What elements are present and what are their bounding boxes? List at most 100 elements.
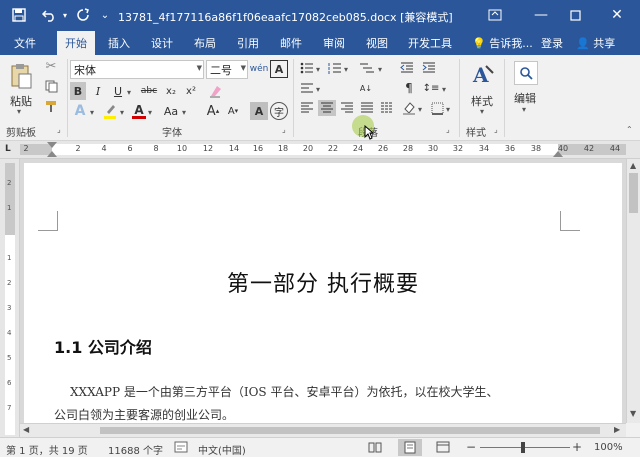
tab-developer[interactable]: 开发工具 — [408, 35, 452, 51]
phonetic-guide-icon[interactable]: wén — [250, 60, 269, 78]
section-heading[interactable]: 1.1 公司介绍 — [54, 334, 152, 358]
bullets-icon[interactable] — [298, 60, 316, 76]
subscript-button[interactable]: x₂ — [162, 82, 180, 100]
increase-indent-icon[interactable] — [420, 60, 438, 76]
copy-icon[interactable] — [43, 78, 59, 94]
clipboard-launcher-icon[interactable]: ⌟ — [57, 125, 61, 134]
tab-review[interactable]: 审阅 — [323, 35, 345, 51]
tab-file[interactable]: 文件 — [14, 35, 36, 51]
scroll-thumb[interactable] — [629, 173, 638, 213]
web-layout-icon[interactable] — [436, 441, 450, 456]
clear-format-icon[interactable] — [206, 82, 224, 100]
font-color-dropdown[interactable]: ▾ — [148, 108, 152, 117]
highlight-icon[interactable] — [100, 102, 120, 120]
styles-icon[interactable]: A — [470, 61, 496, 89]
login-link[interactable]: 登录 — [541, 35, 563, 51]
tab-layout[interactable]: 布局 — [194, 35, 216, 51]
chinese-layout-dropdown[interactable]: ▾ — [316, 85, 320, 94]
line-spacing-icon[interactable]: ↕≡ — [420, 80, 442, 96]
underline-dropdown[interactable]: ▾ — [127, 88, 131, 97]
scroll-up-icon[interactable]: ▲ — [630, 161, 636, 170]
tab-home[interactable]: 开始 — [57, 31, 95, 55]
char-shading-icon[interactable]: A — [250, 102, 268, 120]
save-icon[interactable] — [8, 5, 30, 25]
paragraph-launcher-icon[interactable]: ⌟ — [446, 125, 450, 134]
vertical-scrollbar[interactable]: ▲ ▼ — [626, 159, 640, 423]
cut-icon[interactable]: ✂ — [43, 58, 59, 74]
align-right-icon[interactable] — [338, 100, 356, 116]
format-painter-icon[interactable] — [43, 98, 59, 114]
styles-launcher-icon[interactable]: ⌟ — [494, 125, 498, 134]
highlight-dropdown[interactable]: ▾ — [120, 108, 124, 117]
distribute-icon[interactable] — [378, 100, 396, 116]
language[interactable]: 中文(中国) — [198, 442, 246, 457]
print-layout-icon[interactable] — [398, 439, 422, 456]
grow-font-button[interactable]: A ▴ — [204, 102, 222, 120]
minimize-icon[interactable]: — — [530, 5, 552, 25]
scroll-right-icon[interactable]: ▶ — [614, 425, 620, 434]
tab-insert[interactable]: 插入 — [108, 35, 130, 51]
read-mode-icon[interactable] — [368, 441, 382, 456]
multilevel-list-icon[interactable] — [356, 60, 378, 76]
editing-dropdown[interactable]: ▾ — [522, 105, 526, 114]
show-marks-icon[interactable]: ¶ — [400, 80, 418, 96]
tab-mailings[interactable]: 邮件 — [280, 35, 302, 51]
enclose-char-icon[interactable]: 字 — [270, 102, 288, 120]
borders-icon[interactable] — [428, 100, 446, 116]
word-count[interactable]: 11688 个字 — [108, 442, 163, 457]
maximize-icon[interactable] — [564, 5, 586, 25]
collapse-ribbon-icon[interactable]: ⌃ — [626, 125, 633, 134]
text-effects-dropdown[interactable]: ▾ — [90, 108, 94, 117]
underline-button[interactable]: U — [110, 82, 126, 100]
right-indent-marker[interactable] — [553, 151, 563, 157]
font-launcher-icon[interactable]: ⌟ — [282, 125, 286, 134]
vertical-ruler[interactable]: 2 1 1 2 3 4 5 6 7 — [0, 159, 20, 437]
hscroll-thumb[interactable] — [100, 427, 600, 434]
numbering-icon[interactable] — [326, 60, 344, 76]
styles-dropdown[interactable]: ▾ — [480, 107, 484, 116]
font-size-select[interactable]: 二号 ▼ — [206, 60, 248, 79]
tab-design[interactable]: 设计 — [151, 35, 173, 51]
align-center-icon[interactable] — [318, 100, 336, 116]
decrease-indent-icon[interactable] — [398, 60, 416, 76]
superscript-button[interactable]: x² — [182, 82, 200, 100]
qat-customize[interactable]: ⌄ — [98, 5, 112, 25]
horizontal-scrollbar[interactable]: ◀ ▶ — [20, 423, 626, 437]
document-page[interactable]: 第一部分 执行概要 1.1 公司介绍 XXXAPP 是一个由第三方平台（IOS … — [24, 163, 622, 423]
shading-dropdown[interactable]: ▾ — [418, 105, 422, 114]
zoom-slider[interactable] — [480, 447, 570, 448]
justify-icon[interactable] — [358, 100, 376, 116]
font-name-select[interactable]: 宋体 ▼ — [70, 60, 204, 79]
chinese-layout-icon[interactable] — [298, 80, 316, 96]
horizontal-ruler[interactable]: L 2 2 4 6 8 10 12 14 16 18 20 22 24 26 2… — [0, 141, 640, 159]
undo-icon[interactable] — [38, 5, 60, 25]
align-left-icon[interactable] — [298, 100, 316, 116]
font-color-button[interactable]: A — [130, 102, 148, 120]
ribbon-display-icon[interactable] — [484, 5, 506, 25]
strikethrough-button[interactable]: abc — [138, 82, 160, 100]
bold-button[interactable]: B — [70, 82, 86, 100]
document-heading[interactable]: 第一部分 执行概要 — [24, 266, 622, 298]
proofing-icon[interactable] — [174, 441, 188, 456]
undo-dropdown[interactable]: ▾ — [60, 5, 70, 25]
zoom-out-button[interactable]: − — [466, 440, 476, 454]
shading-icon[interactable] — [400, 100, 418, 116]
left-indent-marker[interactable] — [47, 151, 57, 157]
zoom-in-button[interactable]: + — [572, 440, 582, 454]
change-case-button[interactable]: Aa — [160, 102, 182, 120]
tell-me-box[interactable]: 💡 告诉我... — [472, 35, 533, 51]
text-effects-icon[interactable]: A — [70, 102, 90, 120]
paste-dropdown[interactable]: ▾ — [17, 107, 21, 116]
scroll-left-icon[interactable]: ◀ — [23, 425, 29, 434]
line-spacing-dropdown[interactable]: ▾ — [442, 85, 446, 94]
sort-icon[interactable]: A↓ — [356, 80, 376, 96]
tab-selector[interactable]: L — [5, 144, 11, 154]
editing-button-label[interactable]: 编辑 — [514, 90, 536, 106]
redo-icon[interactable] — [72, 5, 94, 25]
page-count[interactable]: 第 1 页，共 19 页 — [6, 442, 88, 457]
paste-icon[interactable] — [8, 61, 34, 91]
bullets-dropdown[interactable]: ▾ — [316, 65, 320, 74]
share-button[interactable]: 👤 共享 — [576, 35, 615, 51]
body-paragraph[interactable]: XXXAPP 是一个由第三方平台（IOS 平台、安卓平台）为依托，以在校大学生、… — [54, 381, 584, 423]
zoom-level[interactable]: 100% — [594, 442, 623, 453]
